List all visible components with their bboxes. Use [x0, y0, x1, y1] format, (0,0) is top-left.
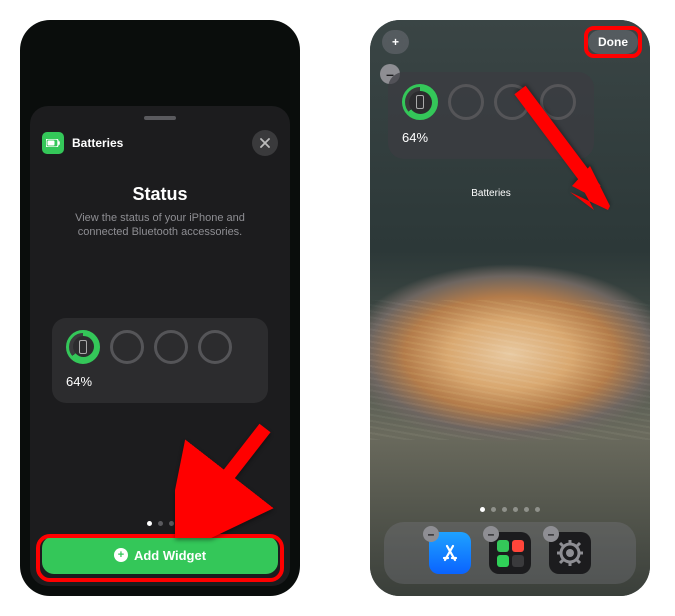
add-widget-button[interactable]: + Add Widget [42, 536, 278, 574]
shortcuts-icon [497, 540, 524, 567]
page-dot [513, 507, 518, 512]
batteries-widget[interactable]: 64% [388, 72, 594, 159]
battery-ring-empty [154, 330, 188, 364]
edit-top-bar: + Done [382, 30, 638, 54]
page-dot [491, 507, 496, 512]
remove-app-button[interactable]: – [423, 526, 439, 542]
battery-ring-phone [402, 84, 438, 120]
remove-app-button[interactable]: – [543, 526, 559, 542]
sheet-header: Batteries [42, 130, 278, 156]
widget-variant-title: Status [42, 184, 278, 205]
battery-ring-empty [494, 84, 530, 120]
app-settings[interactable]: – [549, 532, 591, 574]
batteries-app-icon [42, 132, 64, 154]
battery-ring-empty [110, 330, 144, 364]
plus-circle-icon: + [114, 548, 128, 562]
phone-icon [416, 95, 424, 109]
app-appstore[interactable]: – [429, 532, 471, 574]
done-button[interactable]: Done [588, 30, 638, 54]
page-dot [480, 507, 485, 512]
battery-rings [66, 330, 254, 364]
home-page-indicator[interactable] [370, 507, 650, 512]
battery-ring-empty [198, 330, 232, 364]
sheet-grabber[interactable] [144, 116, 176, 120]
widget-preview[interactable]: 64% [52, 318, 268, 403]
battery-ring-empty [540, 84, 576, 120]
page-dot [169, 521, 174, 526]
appstore-icon [438, 541, 462, 565]
app-shortcuts[interactable]: – [489, 532, 531, 574]
close-button[interactable] [252, 130, 278, 156]
page-dot [524, 507, 529, 512]
remove-app-button[interactable]: – [483, 526, 499, 542]
add-widget-pill[interactable]: + [382, 30, 409, 54]
page-dot [158, 521, 163, 526]
battery-ring-phone [66, 330, 100, 364]
gear-icon [556, 539, 584, 567]
close-icon [260, 138, 270, 148]
page-dot [502, 507, 507, 512]
sheet-title: Batteries [72, 136, 123, 150]
widget-sheet: Batteries Status View the status of your… [30, 106, 290, 586]
phone-icon [79, 340, 87, 354]
battery-percent: 64% [402, 130, 580, 145]
battery-rings [402, 84, 580, 120]
page-dot [535, 507, 540, 512]
page-dot [147, 521, 152, 526]
page-indicator[interactable] [42, 501, 278, 526]
dock: – – – [384, 522, 636, 584]
widget-variant-description: View the status of your iPhone and conne… [60, 211, 260, 240]
phone-home-edit: + Done – 64% Batteries – – [370, 20, 650, 596]
battery-percent: 64% [66, 374, 254, 389]
add-widget-label: Add Widget [134, 548, 206, 563]
battery-ring-empty [448, 84, 484, 120]
phone-widget-chooser: Batteries Status View the status of your… [20, 20, 300, 596]
widget-caption: Batteries [388, 188, 594, 199]
